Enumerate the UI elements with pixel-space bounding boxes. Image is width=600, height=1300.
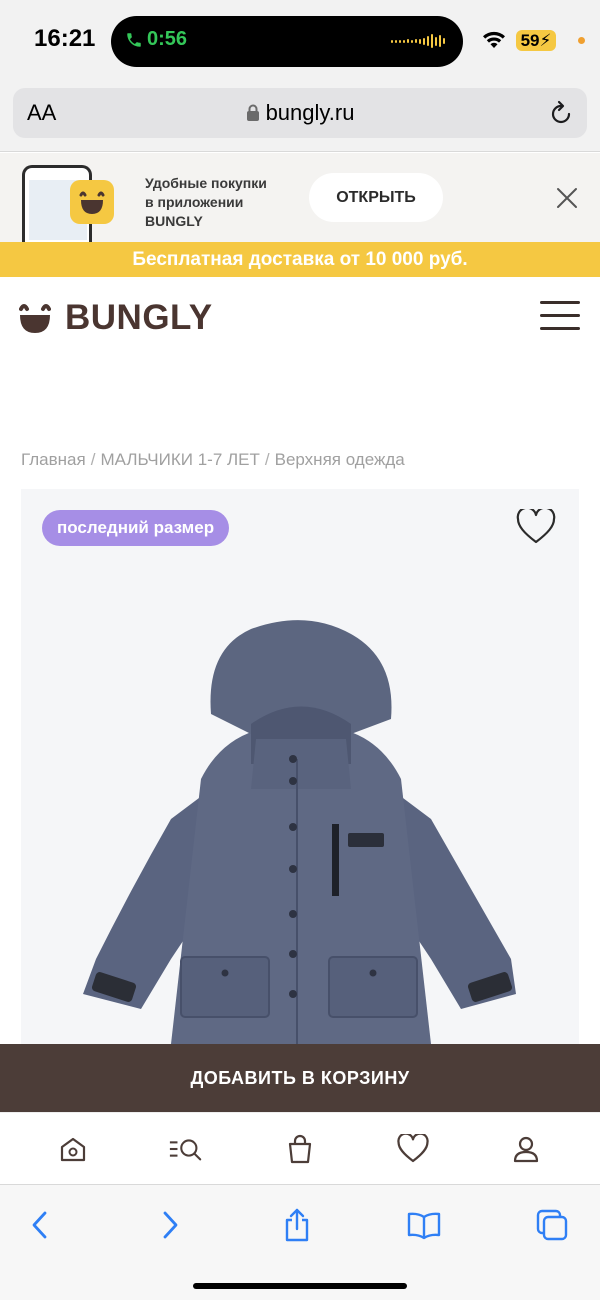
dynamic-island[interactable]: 0:56 bbox=[111, 16, 463, 67]
brand-name: BUNGLY bbox=[65, 298, 213, 337]
battery-indicator: 59⚡ bbox=[516, 30, 556, 51]
url-text: bungly.ru bbox=[265, 100, 355, 125]
site-bottom-nav bbox=[0, 1112, 600, 1184]
forward-icon[interactable] bbox=[150, 1205, 190, 1245]
favorite-heart-icon[interactable] bbox=[516, 509, 556, 545]
breadcrumb-subcategory[interactable]: Верхняя одежда bbox=[275, 450, 405, 469]
lock-icon bbox=[246, 104, 259, 121]
address-bar[interactable]: AA bungly.ru bbox=[13, 88, 587, 138]
share-icon[interactable] bbox=[277, 1205, 317, 1245]
phone-icon bbox=[127, 32, 141, 47]
wifi-icon bbox=[483, 31, 505, 48]
breadcrumb: Главная / МАЛЬЧИКИ 1-7 ЛЕТ / Верхняя одежда bbox=[21, 450, 405, 470]
url-display[interactable]: bungly.ru bbox=[13, 100, 587, 126]
battery-level: 59 bbox=[520, 31, 540, 50]
bag-icon[interactable] bbox=[282, 1131, 318, 1167]
close-icon[interactable] bbox=[555, 186, 579, 210]
brand-logo[interactable]: BUNGLY bbox=[19, 298, 213, 338]
heart-icon[interactable] bbox=[395, 1131, 431, 1167]
tabs-icon[interactable] bbox=[532, 1205, 572, 1245]
last-size-badge: последний размер bbox=[42, 510, 230, 546]
product-gallery[interactable]: последний размер bbox=[21, 489, 579, 1044]
promo-strip: Бесплатная доставка от 10 000 руб. bbox=[0, 242, 600, 277]
menu-icon[interactable] bbox=[540, 301, 580, 331]
bungly-logo-icon bbox=[19, 304, 51, 333]
profile-icon[interactable] bbox=[508, 1131, 544, 1167]
browser-toolbar bbox=[0, 1184, 600, 1300]
add-to-cart-button[interactable]: ДОБАВИТЬ В КОРЗИНУ bbox=[0, 1044, 600, 1112]
banner-line-3: BUNGLY bbox=[145, 213, 203, 229]
home-indicator bbox=[193, 1283, 407, 1289]
charging-icon: ⚡ bbox=[539, 31, 552, 50]
breadcrumb-separator: / bbox=[90, 450, 96, 469]
home-icon[interactable] bbox=[55, 1131, 91, 1167]
browser-address-area: AA bungly.ru bbox=[0, 82, 600, 152]
bungly-app-icon bbox=[70, 180, 114, 224]
breadcrumb-separator: / bbox=[264, 450, 270, 469]
call-timer: 0:56 bbox=[147, 28, 188, 50]
clock: 16:21 bbox=[34, 25, 96, 52]
app-install-banner: Удобные покупки в приложении BUNGLY ОТКР… bbox=[0, 153, 600, 242]
call-indicator: 0:56 bbox=[125, 28, 187, 51]
breadcrumb-home[interactable]: Главная bbox=[21, 450, 86, 469]
banner-text: Удобные покупки в приложении BUNGLY bbox=[145, 174, 267, 231]
product-image-jacket bbox=[83, 620, 516, 1044]
banner-line-1: Удобные покупки bbox=[145, 175, 267, 191]
site-header: BUNGLY bbox=[0, 277, 600, 357]
catalog-search-icon[interactable] bbox=[168, 1131, 204, 1167]
breadcrumb-category[interactable]: МАЛЬЧИКИ 1-7 ЛЕТ bbox=[100, 450, 259, 469]
status-bar: 16:21 0:56 59⚡ bbox=[0, 0, 600, 82]
reload-icon[interactable] bbox=[549, 100, 573, 126]
banner-line-2: в приложении bbox=[145, 194, 244, 210]
bungly-logo-icon bbox=[79, 191, 105, 214]
open-app-button[interactable]: ОТКРЫТЬ bbox=[309, 173, 443, 222]
back-icon[interactable] bbox=[20, 1205, 60, 1245]
privacy-dot bbox=[578, 37, 585, 44]
bookmarks-icon[interactable] bbox=[404, 1205, 444, 1245]
audio-wave-icon bbox=[391, 34, 445, 48]
